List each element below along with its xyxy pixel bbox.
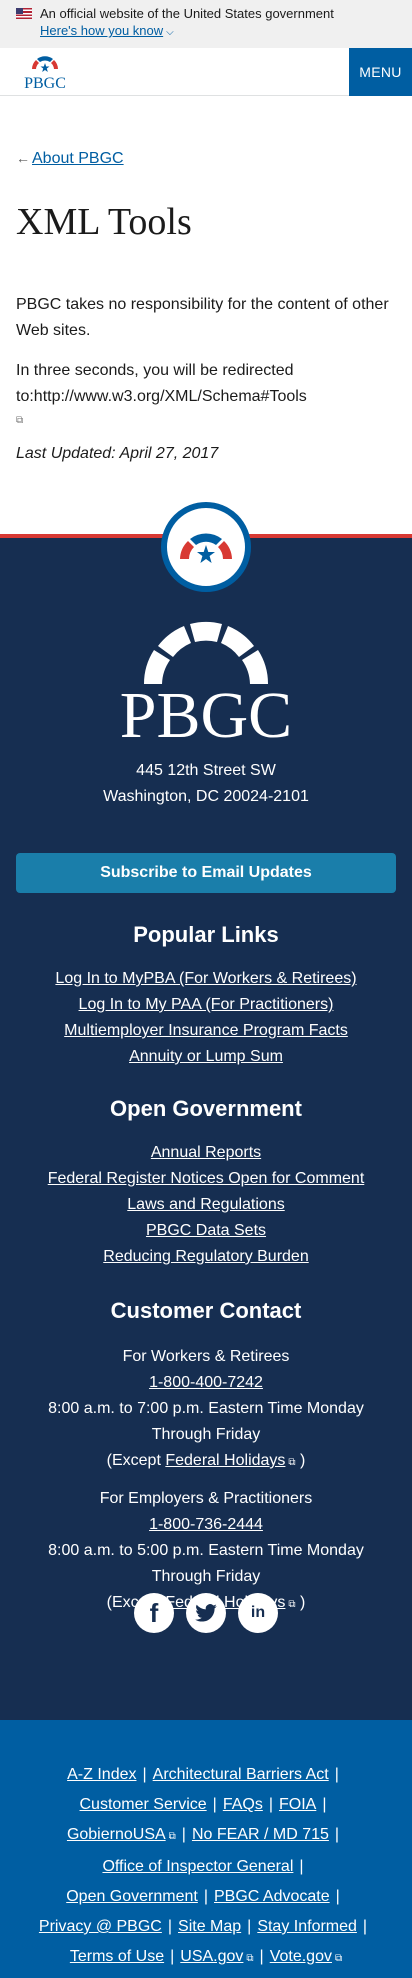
back-link-label: About PBGC — [32, 150, 124, 167]
bottom-row-5: Open Government | PBGC Advocate | — [66, 1888, 340, 1905]
disclaimer-text: PBGC takes no responsibility for the con… — [16, 296, 389, 339]
link-faqs[interactable]: FAQs — [223, 1796, 263, 1813]
open-government-list: Annual Reports Federal Register Notices … — [0, 1140, 412, 1270]
bottom-row-3: GobiernoUSA ⧉ | No FEAR / MD 715 | — [66, 1826, 340, 1843]
link-annuity[interactable]: Annuity or Lump Sum — [0, 1044, 412, 1070]
footer-logo-text: PBGC — [120, 679, 292, 742]
menu-button[interactable]: MENU — [349, 48, 412, 96]
link-annual-reports[interactable]: Annual Reports — [0, 1140, 412, 1166]
page-title: XML Tools — [16, 201, 192, 243]
external-link-icon: ⧉ — [246, 1953, 254, 1964]
link-no-fear[interactable]: No FEAR / MD 715 — [192, 1826, 329, 1843]
link-multiemployer-facts[interactable]: Multiemployer Insurance Program Facts — [0, 1018, 412, 1044]
main-content: ← About PBGC XML Tools PBGC takes no resp… — [0, 96, 412, 534]
address-line-1: 445 12th Street SW — [136, 762, 276, 779]
external-link-icon: ⧉ — [334, 1953, 343, 1964]
bottom-row-4: Office of Inspector General | — [102, 1858, 304, 1875]
link-pbgc-advocate[interactable]: PBGC Advocate — [214, 1888, 330, 1905]
subscribe-button[interactable]: Subscribe to Email Updates — [16, 853, 396, 893]
link-privacy[interactable]: Privacy @ PBGC — [39, 1918, 162, 1935]
twitter-icon[interactable] — [186, 1593, 226, 1633]
redirect-label: In three seconds, you will be redirected… — [16, 362, 307, 405]
site-header: PBGC MENU — [0, 48, 412, 96]
bottom-row-6: Privacy @ PBGC | Site Map | Stay Informed | — [38, 1918, 368, 1935]
workers-phone-link[interactable]: 1-800-400-7242 — [149, 1374, 263, 1391]
link-usa-gov[interactable]: USA.gov — [180, 1948, 243, 1965]
external-link-icon: ⧉ — [168, 1831, 176, 1842]
link-customer-service[interactable]: Customer Service — [80, 1796, 207, 1813]
how-you-know-link[interactable]: Here's how you know ⌵ — [40, 23, 174, 41]
workers-except: (Except Federal Holidays ⧉ ) — [106, 1452, 306, 1469]
external-link-icon: ⧉ — [16, 415, 24, 426]
redirect-text: In three seconds, you will be redirected… — [16, 358, 396, 434]
pbgc-logo[interactable]: PBGC — [16, 54, 74, 90]
facebook-icon[interactable]: f — [134, 1593, 174, 1633]
last-updated: Last Updated: April 27, 2017 — [16, 445, 219, 462]
linkedin-icon[interactable]: in — [238, 1593, 278, 1633]
link-federal-register[interactable]: Federal Register Notices Open for Commen… — [0, 1166, 412, 1192]
open-government-heading: Open Government — [110, 1096, 302, 1121]
employers-label: For Employers & Practitioners — [99, 1490, 313, 1507]
link-gobiernousa[interactable]: GobiernoUSA — [67, 1826, 166, 1843]
how-you-know-label: Here's how you know — [40, 23, 164, 38]
link-open-government[interactable]: Open Government — [66, 1888, 198, 1905]
link-vote-gov[interactable]: Vote.gov — [270, 1948, 332, 1965]
link-mypba[interactable]: Log In to MyPBA (For Workers & Retirees) — [0, 966, 412, 992]
back-link-about[interactable]: ← About PBGC — [16, 150, 124, 168]
link-az-index[interactable]: A-Z Index — [67, 1766, 136, 1783]
link-terms-of-use[interactable]: Terms of Use — [70, 1948, 164, 1965]
link-laws-regulations[interactable]: Laws and Regulations — [0, 1192, 412, 1218]
link-site-map[interactable]: Site Map — [178, 1918, 241, 1935]
external-link-icon: ⧉ — [288, 1457, 296, 1468]
pbgc-footer-logo: PBGC — [120, 621, 292, 742]
us-flag-icon — [16, 8, 32, 19]
customer-contact-heading: Customer Contact — [110, 1298, 302, 1323]
logo-text: PBGC — [24, 75, 66, 90]
link-regulatory-burden[interactable]: Reducing Regulatory Burden — [0, 1244, 412, 1270]
bottom-links: A-Z Index | Architectural Barriers Act | Cu… — [0, 1720, 412, 1978]
site-footer: PBGC 445 12th Street SW Washington, DC 2… — [0, 502, 412, 1720]
link-mypaa[interactable]: Log In to My PAA (For Practitioners) — [0, 992, 412, 1018]
popular-links-heading: Popular Links — [133, 922, 279, 947]
bottom-row-7: Terms of Use | USA.gov ⧉ | Vote.gov ⧉ — [69, 1948, 343, 1965]
link-oig[interactable]: Office of Inspector General — [102, 1858, 293, 1875]
workers-hours: 8:00 a.m. to 7:00 p.m. Eastern Time Mond… — [48, 1400, 364, 1443]
arrow-left-icon: ← — [16, 150, 30, 166]
link-foia[interactable]: FOIA — [279, 1796, 316, 1813]
social-links: f in — [0, 1593, 412, 1633]
workers-label: For Workers & Retirees — [122, 1348, 290, 1365]
contact-workers: For Workers & Retirees 1-800-400-7242 8:… — [0, 1344, 412, 1476]
workers-holidays-link[interactable]: Federal Holidays — [165, 1452, 285, 1469]
gov-banner-text: An official website of the United States… — [40, 6, 334, 21]
footer-badge-icon — [161, 502, 251, 592]
address-line-2: Washington, DC 20024-2101 — [103, 788, 309, 805]
employers-hours: 8:00 a.m. to 5:00 p.m. Eastern Time Mond… — [48, 1542, 364, 1585]
bottom-row-1: A-Z Index | Architectural Barriers Act | — [67, 1766, 339, 1783]
link-architectural-barriers[interactable]: Architectural Barriers Act — [153, 1766, 329, 1783]
bottom-row-2: Customer Service | FAQs | FOIA | — [79, 1796, 327, 1813]
link-stay-informed[interactable]: Stay Informed — [257, 1918, 357, 1935]
link-data-sets[interactable]: PBGC Data Sets — [0, 1218, 412, 1244]
chevron-down-icon: ⌵ — [166, 27, 174, 38]
popular-links-list: Log In to MyPBA (For Workers & Retirees)… — [0, 966, 412, 1070]
gov-banner: An official website of the United States… — [0, 0, 412, 48]
employers-phone-link[interactable]: 1-800-736-2444 — [149, 1516, 263, 1533]
